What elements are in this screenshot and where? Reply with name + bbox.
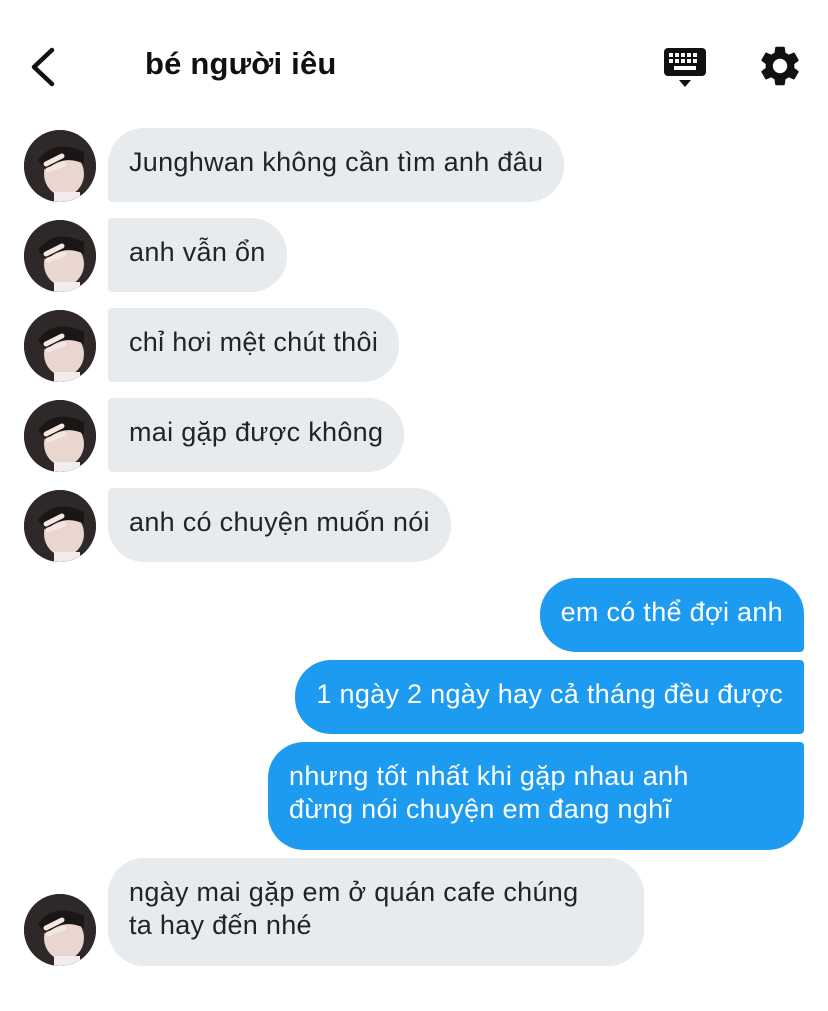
avatar[interactable] xyxy=(24,400,96,472)
outgoing-message[interactable]: em có thể đợi anh xyxy=(539,578,804,652)
avatar[interactable] xyxy=(24,894,96,966)
avatar[interactable] xyxy=(24,220,96,292)
back-button[interactable] xyxy=(22,40,66,94)
settings-button[interactable] xyxy=(756,42,804,90)
outgoing-message[interactable]: nhưng tốt nhất khi gặp nhau anh đừng nói… xyxy=(268,742,804,850)
incoming-message[interactable]: anh vẫn ổn xyxy=(108,218,287,292)
avatar-photo xyxy=(24,130,96,202)
incoming-message[interactable]: anh có chuyện muốn nói xyxy=(108,488,451,562)
incoming-message[interactable]: ngày mai gặp em ở quán cafe chúng ta hay… xyxy=(108,858,644,966)
outgoing-message[interactable]: 1 ngày 2 ngày hay cả tháng đều được xyxy=(295,660,804,734)
avatar-photo xyxy=(24,490,96,562)
incoming-message[interactable]: mai gặp được không xyxy=(108,398,405,472)
avatar-photo xyxy=(24,310,96,382)
avatar[interactable] xyxy=(24,490,96,562)
keyboard-icon xyxy=(664,48,706,87)
incoming-message[interactable]: Junghwan không cần tìm anh đâu xyxy=(108,128,565,202)
keyboard-button[interactable] xyxy=(660,44,710,92)
chat-title: bé người iêu xyxy=(145,46,337,81)
avatar-photo xyxy=(24,220,96,292)
avatar[interactable] xyxy=(24,310,96,382)
chevron-left-icon xyxy=(31,47,55,87)
chat-header: bé người iêu xyxy=(0,0,828,120)
incoming-message[interactable]: chỉ hơi mệt chút thôi xyxy=(108,308,400,382)
avatar[interactable] xyxy=(24,130,96,202)
avatar-photo xyxy=(24,894,96,966)
avatar-photo xyxy=(24,400,96,472)
gear-icon xyxy=(761,46,799,86)
